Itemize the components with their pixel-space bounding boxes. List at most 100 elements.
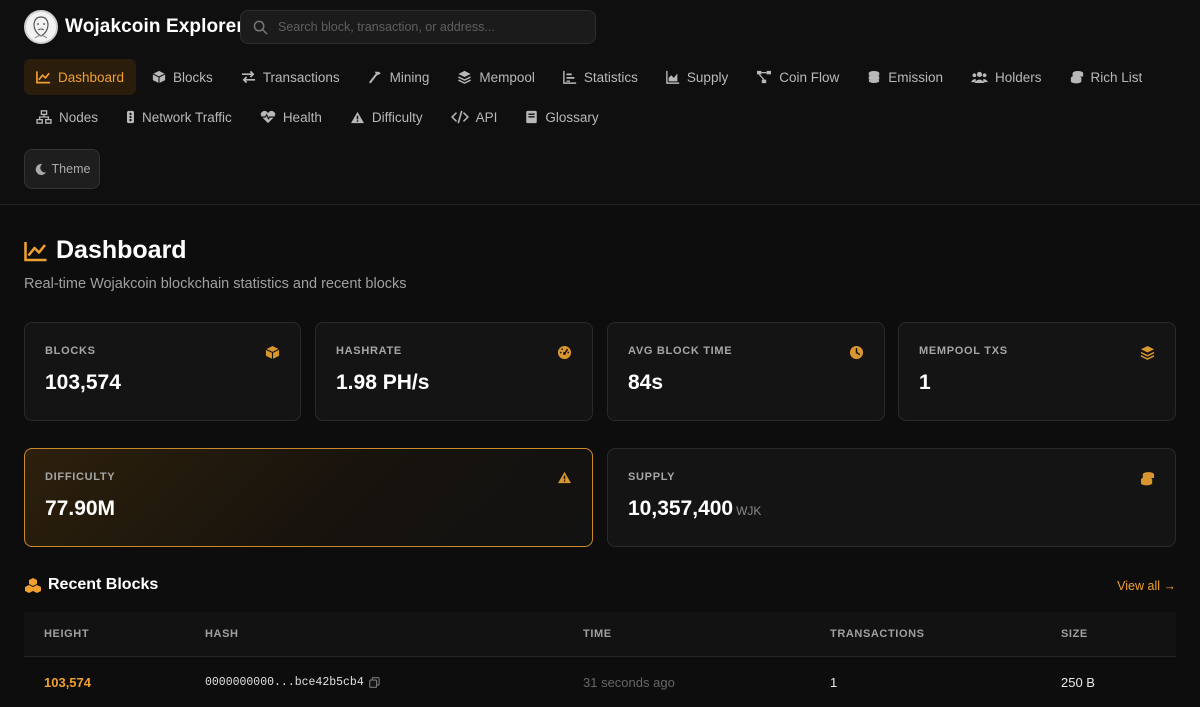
nav-item-api[interactable]: API [439,99,510,135]
recent-blocks-title-text: Recent Blocks [48,576,159,593]
stat-card-hashrate: HASHRATE 1.98 PH/s [315,322,593,421]
column-header: SIZE [1061,628,1088,640]
page-title: Dashboard [24,236,187,265]
nav-item-mining[interactable]: Mining [356,59,442,95]
stat-card-supply: SUPPLY 10,357,400 WJK [607,448,1176,547]
stat-value: 10,357,400 WJK [628,497,1155,521]
view-all-link[interactable]: View all → [1117,579,1176,593]
wojak-logo-icon [24,10,58,44]
nav-item-label: Coin Flow [779,69,840,85]
area-chart-icon [666,70,680,84]
column-header: TIME [583,628,612,640]
header: Wojakcoin Explorer Dashboard Blocks Tran… [0,0,1200,205]
nav-item-label: Rich List [1090,69,1143,85]
supply-value: 10,357,400 [628,497,734,520]
recent-blocks-title: Recent Blocks [24,576,158,594]
nav-item-label: Supply [686,69,729,85]
nav-item-label: Emission [888,69,943,85]
table-row[interactable]: 103,574 0000000000...bce42b5cb4 31 secon… [24,657,1176,707]
bar-chart-icon [563,70,577,84]
theme-toggle-label: Theme [51,162,91,176]
moon-icon [35,163,46,175]
nav-item-label: API [475,109,498,125]
book-icon [526,110,538,124]
nav-item-transactions[interactable]: Transactions [229,59,352,95]
recent-blocks-table: HEIGHT HASH TIME TRANSACTIONS SIZE 103,5… [24,612,1176,707]
brand-title: Wojakcoin Explorer [65,16,244,37]
nav-item-nodes[interactable]: Nodes [24,99,110,135]
page-subtitle: Real-time Wojakcoin blockchain statistic… [24,276,407,292]
users-icon [971,71,988,83]
coins-icon [868,71,880,83]
nav-item-holders[interactable]: Holders [959,59,1054,95]
nav-item-network-traffic[interactable]: Network Traffic [114,99,244,135]
stat-card-blocks: BLOCKS 103,574 [24,322,301,421]
coins-stack-icon [1070,71,1083,84]
nav-item-label: Glossary [545,109,599,125]
column-header: HASH [205,628,239,640]
nav-item-label: Mining [389,69,430,85]
stat-value: 1.98 PH/s [336,371,430,394]
block-height-link[interactable]: 103,574 [44,675,91,690]
block-hash[interactable]: 0000000000...bce42b5cb4 [205,676,364,689]
nav-item-label: Mempool [479,69,535,85]
nav-item-dashboard[interactable]: Dashboard [24,59,137,95]
block-size: 250 B [1061,675,1095,690]
block-transactions: 1 [830,675,838,690]
clock-icon [849,345,864,360]
stat-label: AVG BLOCK TIME [628,345,733,357]
chart-line-icon [24,241,47,261]
cube-icon [152,70,166,84]
gauge-icon [557,345,572,360]
flow-icon [757,70,772,84]
traffic-icon [127,110,135,124]
block-hash-cell: 0000000000...bce42b5cb4 [205,676,380,689]
stat-card-avg-block-time: AVG BLOCK TIME 84s [607,322,885,421]
chart-line-icon [36,71,51,84]
brand[interactable]: Wojakcoin Explorer [24,10,244,44]
nav-item-blocks[interactable]: Blocks [140,59,225,95]
nav-item-label: Network Traffic [142,109,232,125]
column-header: HEIGHT [44,628,90,640]
nav-item-rich-list[interactable]: Rich List [1058,59,1155,95]
stat-label: SUPPLY [628,471,676,483]
stat-card-difficulty: DIFFICULTY 77.90M [24,448,593,547]
nav-item-coin-flow[interactable]: Coin Flow [744,59,851,95]
nav-item-label: Blocks [173,69,213,85]
supply-unit: WJK [736,504,762,518]
arrows-exchange-icon [241,70,255,84]
stat-card-mempool-txs: MEMPOOL TXS 1 [898,322,1176,421]
network-icon [36,110,52,124]
nav-item-label: Dashboard [58,69,125,85]
nav-item-label: Holders [995,69,1042,85]
theme-toggle-button[interactable]: Theme [24,149,100,189]
nav-item-health[interactable]: Health [248,99,334,135]
stat-value: 77.90M [45,497,116,520]
nav-item-glossary[interactable]: Glossary [513,99,610,135]
table-header: HEIGHT HASH TIME TRANSACTIONS SIZE [24,612,1176,657]
stat-label: DIFFICULTY [45,471,116,483]
copy-icon[interactable] [368,677,380,688]
coins-stack-icon [1140,472,1155,486]
cube-icon [265,345,280,360]
nav-item-statistics[interactable]: Statistics [551,59,650,95]
search-bar[interactable] [240,10,596,44]
nav-item-label: Transactions [262,69,340,85]
triangle-icon [558,471,571,484]
stat-label: HASHRATE [336,345,402,357]
main-nav: Dashboard Blocks Transactions Mining Mem… [24,59,1184,135]
nav-item-emission[interactable]: Emission [855,59,955,95]
nav-item-difficulty[interactable]: Difficulty [338,99,435,135]
nav-item-supply[interactable]: Supply [654,59,740,95]
nav-item-mempool[interactable]: Mempool [445,59,547,95]
layers-icon [1140,345,1155,360]
stat-value: 84s [628,371,664,394]
search-icon [253,20,268,34]
stat-label: BLOCKS [45,345,96,357]
nav-item-label: Statistics [583,69,638,85]
cubes-icon [25,577,41,593]
search-input[interactable] [276,19,595,35]
stat-label: MEMPOOL TXS [919,345,1008,357]
page-title-text: Dashboard [56,236,187,264]
block-time: 31 seconds ago [583,675,675,690]
